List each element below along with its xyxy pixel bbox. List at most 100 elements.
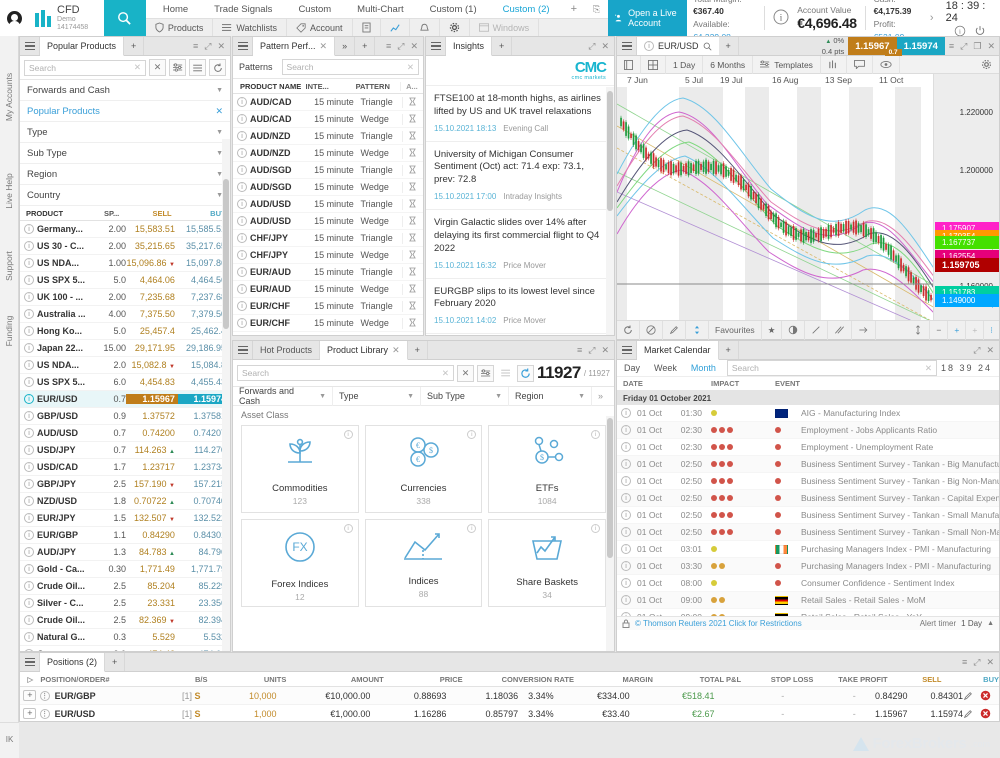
product-row[interactable]: iJapan 22...15.0029,171.9529,186.95 (20, 340, 230, 357)
nav-trade-signals[interactable]: Trade Signals (201, 4, 285, 15)
open-live-account-button[interactable]: Open a Live Account (608, 0, 687, 36)
product-row[interactable]: iCrude Oil...2.585.20485.229 (20, 578, 230, 595)
chart-visibility-button[interactable] (873, 56, 900, 74)
chart-zoom-in-button[interactable]: + (948, 321, 966, 340)
product-info-icon[interactable]: i (24, 428, 34, 438)
product-info-icon[interactable]: i (24, 598, 34, 608)
product-sell-price[interactable]: 5.529 (126, 632, 178, 642)
panel-menu-button[interactable] (233, 341, 253, 359)
clear-filters-button[interactable]: ✕ (149, 59, 166, 76)
product-sell-price[interactable]: 0.70722 ▲ (126, 496, 178, 506)
add-tab-button[interactable]: + (719, 341, 739, 359)
event-info-icon[interactable]: i (621, 459, 631, 469)
product-row[interactable]: iAUD/USD0.70.742000.74207 (20, 425, 230, 442)
insight-item[interactable]: EURGBP slips to its lowest level since F… (426, 279, 614, 335)
toolbar-windows[interactable]: Windows (470, 19, 540, 37)
event-info-icon[interactable]: i (621, 578, 631, 588)
pattern-alert-icon[interactable] (402, 131, 423, 142)
pattern-row[interactable]: iAUD/CAD15 minuteTriangle (233, 94, 423, 111)
refresh-button[interactable] (517, 365, 534, 382)
product-sell-price[interactable]: 82.369 ▼ (126, 615, 178, 625)
filter-region[interactable]: Region▼ (509, 387, 592, 406)
chart-autoscale-button[interactable] (907, 321, 930, 340)
card-info-icon[interactable]: i (591, 430, 600, 439)
chart-grid-button[interactable] (641, 56, 666, 74)
product-info-icon[interactable]: i (24, 309, 34, 319)
copy-layout-icon[interactable]: ⎘ (585, 4, 608, 15)
chart-reset-button[interactable]: ⁝ (984, 321, 999, 340)
pattern-alert-icon[interactable] (402, 233, 423, 244)
card-info-icon[interactable]: i (467, 524, 476, 533)
power-icon[interactable] (974, 25, 986, 37)
clear-search-icon[interactable]: ✕ (134, 62, 141, 73)
col-bs[interactable]: B/S (152, 675, 208, 684)
product-sell-price[interactable]: 84.783 ▲ (126, 547, 178, 557)
add-tab-button[interactable]: + (492, 37, 512, 55)
panel-close-icon[interactable]: ✕ (410, 41, 418, 52)
panel-maximize-icon[interactable]: ⤢ (204, 41, 211, 52)
chart-draw-button[interactable] (663, 321, 686, 340)
chart-color-button[interactable] (686, 321, 709, 340)
product-sell-price[interactable]: 4,454.83 (126, 377, 178, 387)
product-info-icon[interactable]: i (24, 479, 34, 489)
product-row[interactable]: iUS SPX 5...5.04,464.064,464.56 (20, 272, 230, 289)
info-icon[interactable]: i (644, 41, 654, 51)
filter-type[interactable]: Type▼ (333, 387, 421, 406)
position-info-icon[interactable]: ⋮ (40, 709, 50, 719)
product-info-icon[interactable]: i (24, 377, 34, 387)
event-info-icon[interactable]: i (621, 527, 631, 537)
pattern-info-icon[interactable]: i (237, 165, 247, 175)
chart-add-button[interactable]: + (966, 321, 984, 340)
chart-favourites-label[interactable]: Favourites (709, 321, 762, 340)
user-avatar-button[interactable] (0, 0, 29, 36)
chevron-down-icon[interactable]: ▼ (216, 129, 223, 136)
tab-hot-products[interactable]: Hot Products (253, 341, 320, 359)
panel-close-icon[interactable]: ✕ (601, 41, 609, 52)
insight-item[interactable]: FTSE100 at 18-month highs, as airlines l… (426, 86, 614, 142)
product-sell-price[interactable]: 157.190 ▼ (126, 479, 178, 489)
product-sell-price[interactable]: 29,171.95 (126, 343, 178, 353)
panel-menu-button[interactable] (20, 37, 40, 55)
pattern-info-icon[interactable]: i (237, 97, 247, 107)
close-tab-icon[interactable]: ✕ (320, 41, 328, 52)
rail-support[interactable]: Support (4, 240, 14, 292)
add-chart-tab-button[interactable]: + (719, 37, 739, 55)
panel-close-icon[interactable]: ✕ (986, 657, 994, 668)
product-row[interactable]: iNZD/USD1.80.70722 ▲0.70740 (20, 493, 230, 510)
product-info-icon[interactable]: i (24, 581, 34, 591)
close-position-icon[interactable] (980, 690, 991, 701)
info-icon[interactable]: i (954, 25, 966, 37)
indicator-price-tag[interactable]: 1.167737 (935, 236, 999, 249)
product-sell-price[interactable]: 23.331 (126, 598, 178, 608)
popular-scrollbar[interactable] (222, 139, 230, 651)
chart-settings-button[interactable] (974, 56, 999, 74)
pattern-info-icon[interactable]: i (237, 250, 247, 260)
col-product[interactable]: PRODUCT (24, 209, 89, 218)
pattern-row[interactable]: iEUR/GBP15 minuteTriangle (233, 332, 423, 335)
col-amount[interactable]: AMOUNT (286, 675, 383, 684)
view-list-button[interactable] (497, 365, 514, 382)
panel-menu-button[interactable] (20, 653, 40, 671)
close-position-icon[interactable] (980, 708, 991, 719)
event-info-icon[interactable]: i (621, 561, 631, 571)
tab-popular-products[interactable]: Popular Products (40, 37, 124, 56)
popular-filter-type[interactable]: Type▼ (20, 122, 230, 143)
position-row[interactable]: +⋮EUR/GBP[1] S10,000€10,000.000.886931.1… (20, 687, 999, 705)
calendar-event-row[interactable]: i01 Oct03:30Purchasing Managers Index - … (617, 558, 999, 575)
pattern-alert-icon[interactable] (402, 250, 423, 261)
product-row[interactable]: iGermany...2.0015,583.5115,585.51 (20, 221, 230, 238)
product-info-icon[interactable]: i (24, 326, 34, 336)
toolbar-account[interactable]: Account (287, 19, 353, 37)
chart-parallel-button[interactable] (828, 321, 852, 340)
tab-insights[interactable]: Insights (446, 37, 492, 56)
product-sell-price[interactable]: 7,375.50 (126, 309, 178, 319)
event-info-icon[interactable]: i (621, 612, 631, 616)
product-sell-price[interactable]: 15,583.51 (126, 224, 178, 234)
calendar-event-row[interactable]: i01 Oct02:50Business Sentiment Survey - … (617, 490, 999, 507)
event-info-icon[interactable]: i (621, 425, 631, 435)
pattern-alert-icon[interactable] (402, 97, 423, 108)
calendar-view-month[interactable]: Month (684, 363, 723, 373)
toolbar-products[interactable]: Products (146, 19, 214, 37)
chart-symbol-tab[interactable]: i EUR/USD (637, 37, 719, 55)
product-info-icon[interactable]: i (24, 360, 34, 370)
